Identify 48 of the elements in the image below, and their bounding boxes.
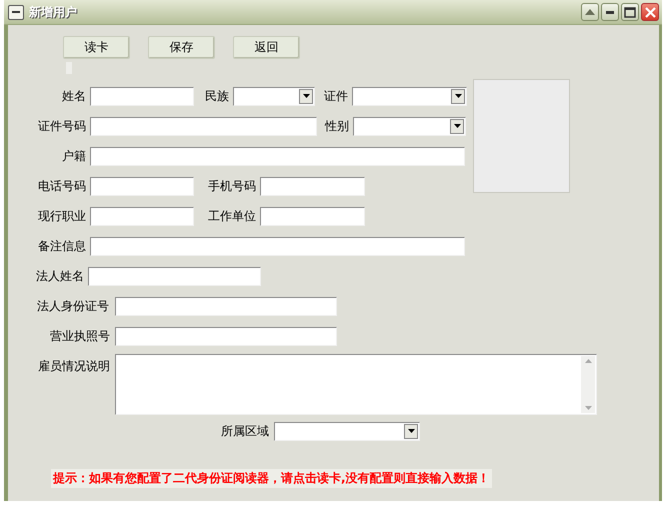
field-label: 户籍 xyxy=(61,148,86,164)
input-field[interactable] xyxy=(90,116,317,136)
input-field[interactable] xyxy=(260,206,365,226)
input-field[interactable] xyxy=(90,236,465,256)
rollup-button[interactable] xyxy=(581,3,599,21)
triangle-up-icon xyxy=(585,9,595,15)
input-field[interactable] xyxy=(115,326,337,346)
dropdown[interactable] xyxy=(274,422,420,440)
field-label: 所属区域 xyxy=(220,422,269,440)
field-label: 手机号码 xyxy=(207,178,256,194)
field-label: 营业执照号 xyxy=(49,328,110,344)
close-icon xyxy=(644,6,656,18)
field-label: 电话号码 xyxy=(37,178,86,194)
input-field[interactable] xyxy=(88,266,261,286)
scroll-down-icon[interactable] xyxy=(584,406,592,410)
field-label: 证件 xyxy=(323,88,348,104)
minimize-button[interactable] xyxy=(601,3,619,21)
scroll-up-icon[interactable] xyxy=(584,359,592,363)
field-label: 备注信息 xyxy=(37,238,86,254)
push-button[interactable]: 返回 xyxy=(233,36,300,59)
field-label: 民族 xyxy=(204,88,229,104)
dropdown[interactable] xyxy=(233,86,315,106)
field-label: 法人身份证号 xyxy=(36,298,109,314)
window-title: 新增用户 xyxy=(29,4,77,20)
field-label: 工作单位 xyxy=(207,208,256,224)
input-field[interactable] xyxy=(260,176,365,196)
dropdown[interactable] xyxy=(352,86,467,106)
hint-text: 提示：如果有您配置了二代身份证阅读器，请点击读卡,没有配置则直接输入数据！ xyxy=(51,469,492,488)
maximize-icon xyxy=(624,6,636,18)
push-button[interactable]: 读卡 xyxy=(63,36,130,59)
input-field[interactable] xyxy=(90,176,194,196)
field-label: 证件号码 xyxy=(37,118,86,134)
scrollbar[interactable] xyxy=(581,356,595,413)
maximize-button[interactable] xyxy=(621,3,639,21)
minimize-icon xyxy=(606,10,614,14)
system-menu-button[interactable] xyxy=(8,4,24,20)
field-label: 法人姓名 xyxy=(35,268,84,284)
push-button[interactable]: 保存 xyxy=(148,36,215,59)
input-field[interactable] xyxy=(90,206,194,226)
field-label: 姓名 xyxy=(61,88,86,104)
field-label: 性别 xyxy=(325,118,349,134)
input-field[interactable] xyxy=(90,86,194,106)
close-button[interactable] xyxy=(641,3,659,21)
input-field[interactable] xyxy=(115,296,337,316)
field-label: 雇员情况说明 xyxy=(37,358,110,375)
dropdown[interactable] xyxy=(353,116,466,136)
input-field[interactable] xyxy=(90,146,465,166)
field-label: 现行职业 xyxy=(37,208,86,224)
